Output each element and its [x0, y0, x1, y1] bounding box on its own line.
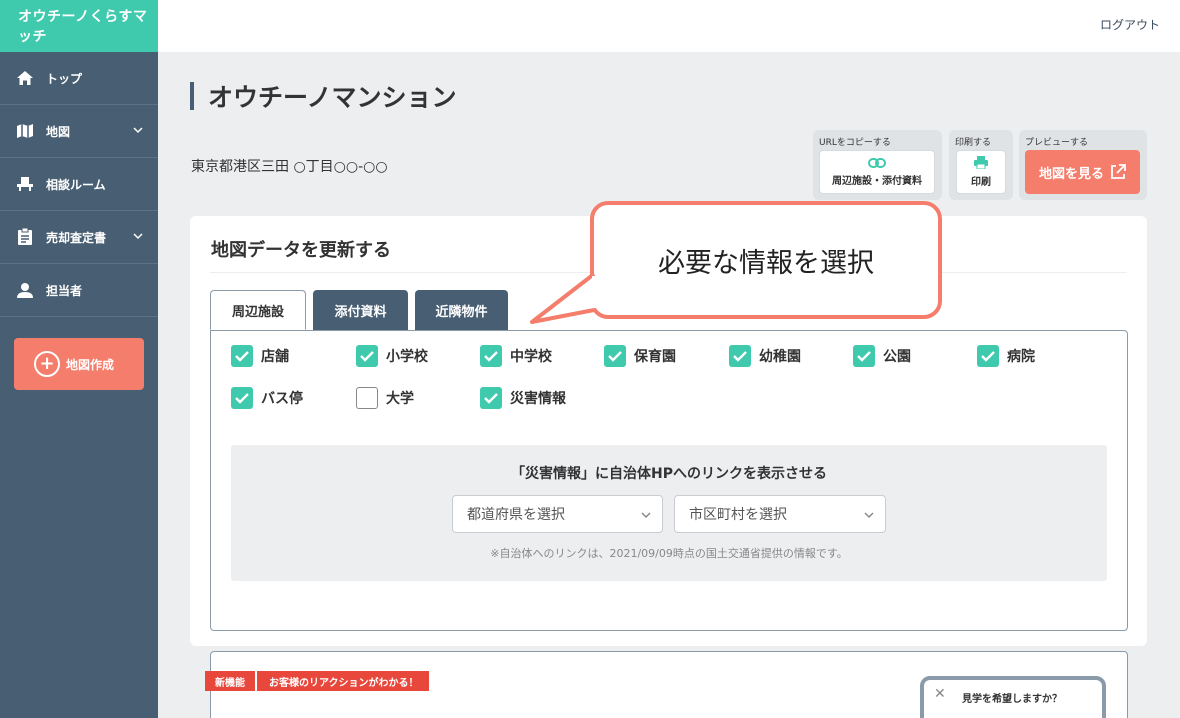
checkbox-label: 病院 [1007, 349, 1035, 365]
checkbox-label: 災害情報 [510, 391, 566, 407]
checkbox-unchecked-icon [356, 387, 378, 409]
select-value: 市区町村を選択 [689, 507, 787, 523]
chevron-down-icon[interactable] [132, 124, 144, 136]
sidebar-item-top[interactable]: トップ [0, 52, 158, 105]
disaster-link-settings: 「災害情報」に自治体HPへのリンクを表示させる 都道府県を選択 市区町村を選択 … [231, 445, 1107, 581]
checkbox-label: 大学 [386, 391, 414, 407]
checkbox-label: 小学校 [386, 349, 428, 365]
copy-url-button[interactable]: 周辺施設・添付資料 [819, 150, 935, 194]
preview-caption: プレビューする [1025, 138, 1089, 148]
view-map-button[interactable]: 地図を見る [1025, 150, 1140, 194]
callout-text: 必要な情報を選択 [658, 247, 874, 279]
logout-link[interactable]: ログアウト [1100, 16, 1160, 33]
checkbox-label: バス停 [261, 391, 303, 407]
tab-label: 周辺施設 [231, 304, 284, 320]
checkbox-checked-icon [480, 345, 502, 367]
print-button[interactable]: 印刷 [956, 150, 1006, 194]
sidebar: トップ 地図 相談ルーム 売却査定書 担当者 + 地図作成 [0, 52, 158, 718]
checkbox-label: 幼稚園 [759, 349, 801, 365]
property-address: 東京都港区三田 ○丁目○○-○○ [191, 159, 388, 175]
checkbox-nursery[interactable]: 保育園 [604, 345, 676, 367]
plus-icon: + [34, 351, 60, 377]
callout-pointer [530, 272, 600, 324]
checkbox-label: 中学校 [510, 349, 552, 365]
checkbox-bus-stop[interactable]: バス停 [231, 387, 303, 409]
page-title: オウチーノマンション [190, 80, 457, 112]
close-icon[interactable]: ✕ [934, 686, 946, 702]
callout-box: 必要な情報を選択 [590, 201, 942, 319]
checkbox-checked-icon [231, 387, 253, 409]
badge-new: 新機能 [205, 671, 255, 691]
checkbox-checked-icon [977, 345, 999, 367]
checkbox-checked-icon [729, 345, 751, 367]
tab-label: 近隣物件 [435, 304, 488, 320]
create-map-label: 地図作成 [66, 357, 115, 372]
tab-label: 添付資料 [334, 304, 387, 320]
sidebar-item-label: 相談ルーム [46, 177, 106, 192]
sidebar-item-map[interactable]: 地図 [0, 105, 158, 158]
checkbox-university[interactable]: 大学 [356, 387, 414, 409]
checkbox-disaster-info[interactable]: 災害情報 [480, 387, 566, 409]
print-group: 印刷する 印刷 [949, 130, 1013, 200]
app-logo[interactable]: オウチーノくらすマッチ [0, 0, 158, 52]
select-value: 都道府県を選択 [467, 507, 565, 523]
view-map-label: 地図を見る [1038, 166, 1104, 182]
print-label: 印刷 [971, 177, 991, 188]
printer-icon [974, 156, 988, 169]
sidebar-item-label: 担当者 [46, 283, 83, 298]
preview-group: プレビューする 地図を見る [1019, 130, 1147, 200]
checkbox-checked-icon [604, 345, 626, 367]
disaster-link-note: ※自治体へのリンクは、2021/09/09時点の国土交通省提供の情報です。 [490, 547, 848, 560]
checkbox-checked-icon [231, 345, 253, 367]
map-icon [16, 122, 34, 140]
sidebar-item-staff[interactable]: 担当者 [0, 264, 158, 317]
badge-description: お客様のリアクションがわかる！ [255, 671, 429, 691]
tab-attachments[interactable]: 添付資料 [313, 290, 408, 330]
card-title: 地図データを更新する [211, 240, 391, 261]
sidebar-item-label: 地図 [46, 124, 71, 139]
checkbox-checked-icon [356, 345, 378, 367]
checkbox-checked-icon [480, 387, 502, 409]
visit-request-popup-preview: ✕ 見学を希望しますか？ [920, 676, 1106, 718]
copy-url-caption: URLをコピーする [819, 138, 891, 148]
checkbox-park[interactable]: 公園 [853, 345, 911, 367]
checkbox-hospital[interactable]: 病院 [977, 345, 1035, 367]
title-accent-bar [190, 82, 194, 110]
sidebar-item-consultation[interactable]: 相談ルーム [0, 158, 158, 211]
person-icon [16, 281, 34, 299]
checkbox-label: 公園 [883, 349, 911, 365]
home-icon [16, 69, 34, 87]
prefecture-select[interactable]: 都道府県を選択 [452, 495, 663, 533]
print-caption: 印刷する [955, 138, 992, 148]
copy-url-label: 周辺施設・添付資料 [832, 175, 922, 187]
sidebar-item-label: 売却査定書 [46, 230, 107, 245]
chevron-down-icon [641, 512, 651, 519]
checkbox-junior-high-school[interactable]: 中学校 [480, 345, 552, 367]
chevron-down-icon[interactable] [132, 230, 144, 242]
disaster-link-title: 「災害情報」に自治体HPへのリンクを表示させる [511, 466, 827, 482]
consultation-icon [16, 175, 34, 193]
copy-url-group: URLをコピーする 周辺施設・添付資料 [813, 130, 942, 200]
chevron-down-icon [864, 512, 874, 519]
sidebar-item-assessment[interactable]: 売却査定書 [0, 211, 158, 264]
page-title-text: オウチーノマンション [208, 83, 457, 112]
top-bar: オウチーノくらすマッチ ログアウト [0, 0, 1180, 52]
checkbox-store[interactable]: 店舗 [231, 345, 289, 367]
link-icon [868, 157, 886, 168]
tab-nearby-properties[interactable]: 近隣物件 [415, 290, 508, 330]
create-map-button[interactable]: + 地図作成 [14, 338, 144, 390]
facilities-panel: 店舗 小学校 中学校 保育園 幼稚園 公園 病院 バス停 大学 災害情報 「災害… [210, 330, 1128, 631]
clipboard-icon [16, 228, 34, 246]
checkbox-elementary-school[interactable]: 小学校 [356, 345, 428, 367]
new-feature-badge: 新機能 お客様のリアクションがわかる！ [205, 671, 429, 691]
checkbox-label: 店舗 [261, 349, 289, 365]
checkbox-kindergarten[interactable]: 幼稚園 [729, 345, 801, 367]
external-link-icon [1111, 164, 1126, 179]
visit-request-question: 見学を希望しますか？ [962, 694, 1062, 705]
tab-nearby-facilities[interactable]: 周辺施設 [210, 290, 306, 330]
city-select[interactable]: 市区町村を選択 [674, 495, 886, 533]
checkbox-checked-icon [853, 345, 875, 367]
sidebar-item-label: トップ [46, 71, 83, 86]
checkbox-label: 保育園 [634, 349, 676, 365]
